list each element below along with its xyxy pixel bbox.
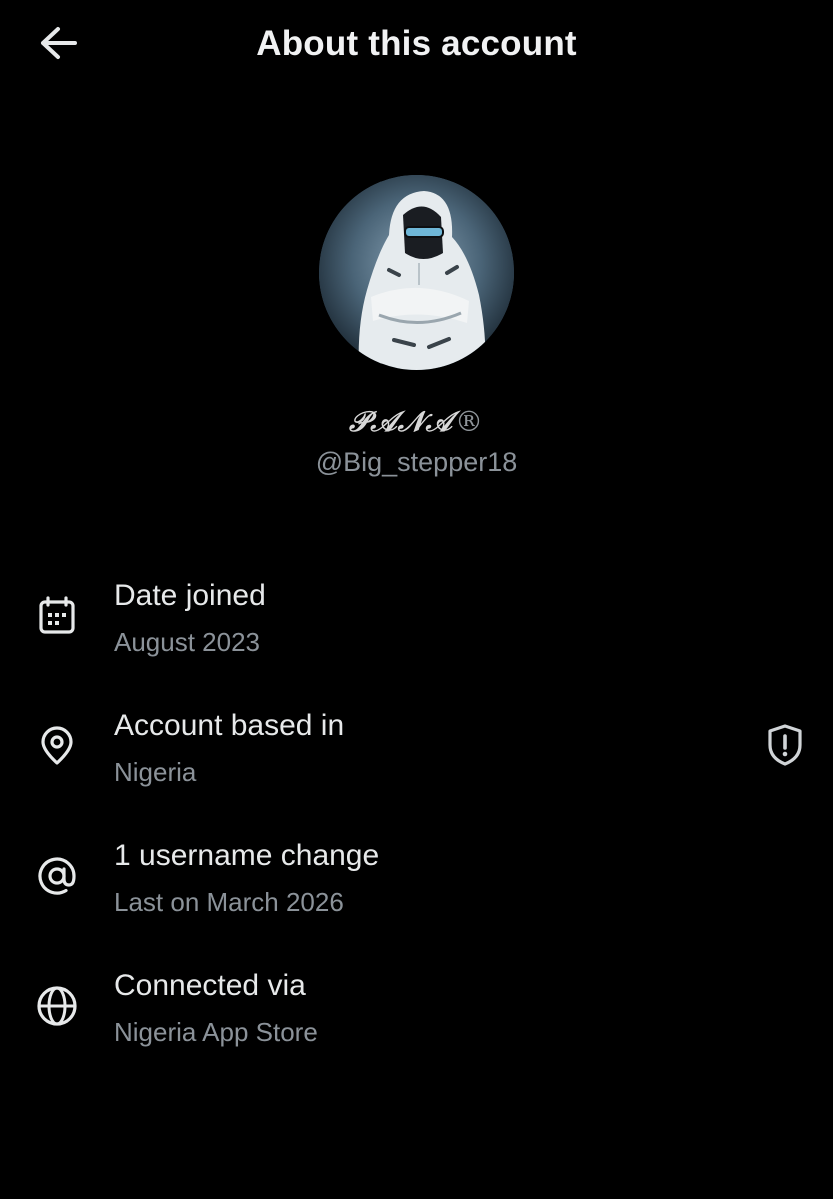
connected-via-title: Connected via: [114, 969, 306, 1002]
display-name-text: 𝒫𝒜𝒩𝒜: [349, 405, 453, 438]
top-bar: About this account: [0, 0, 833, 92]
avatar[interactable]: [319, 175, 514, 370]
at-sign-icon: [36, 855, 78, 897]
account-based-in-value: Nigeria: [114, 757, 197, 787]
username-change-title: 1 username change: [114, 839, 380, 872]
username-change-value: Last on March 2026: [114, 887, 344, 917]
date-joined-row: Date joined August 2023: [0, 575, 833, 685]
registered-mark: ®: [455, 405, 484, 438]
username-handle: @Big_stepper18: [315, 447, 518, 477]
avatar-photo: [319, 175, 514, 370]
date-joined-value: August 2023: [114, 627, 261, 657]
account-based-in-title: Account based in: [114, 709, 345, 742]
date-joined-title: Date joined: [114, 579, 266, 612]
connected-via-row: Connected via Nigeria App Store: [0, 965, 833, 1075]
display-name: 𝒫𝒜𝒩𝒜®: [0, 405, 833, 439]
globe-icon: [36, 985, 78, 1027]
shield-alert-icon[interactable]: [762, 722, 808, 768]
username-change-row: 1 username change Last on March 2026: [0, 835, 833, 945]
page-title: About this account: [256, 24, 577, 63]
location-pin-icon: [36, 725, 78, 767]
calendar-icon: [36, 595, 78, 637]
account-based-in-row: Account based in Nigeria: [0, 705, 833, 815]
connected-via-value: Nigeria App Store: [114, 1017, 318, 1047]
